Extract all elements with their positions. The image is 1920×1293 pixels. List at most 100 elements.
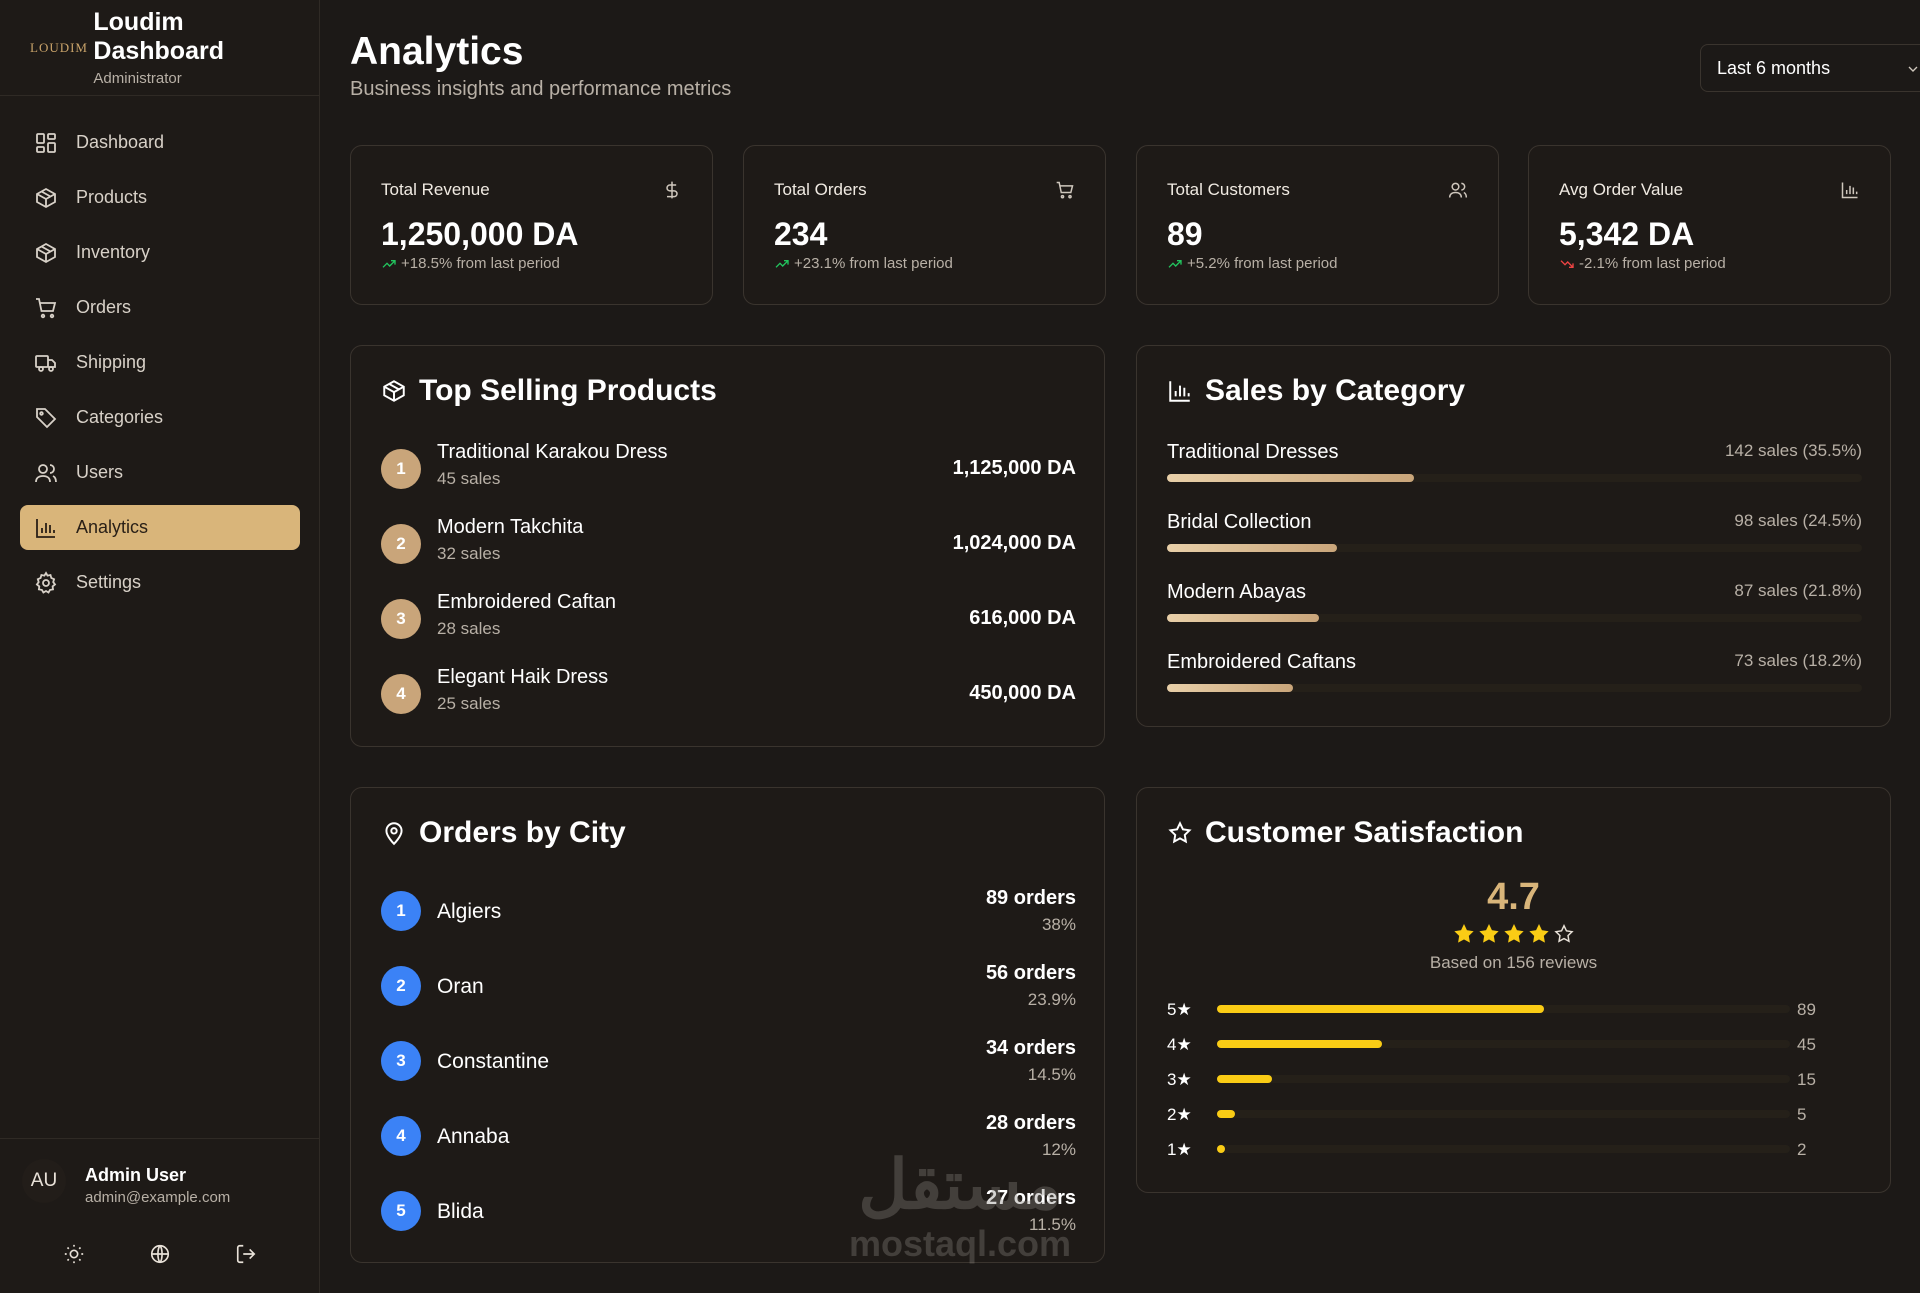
sidebar-item-settings[interactable]: Settings bbox=[20, 560, 300, 605]
list-item[interactable]: 3 Embroidered Caftan 28 sales 616,000 DA bbox=[381, 591, 1076, 651]
logout-button[interactable] bbox=[230, 1238, 262, 1270]
product-name: Embroidered Caftan bbox=[437, 591, 616, 613]
chevron-down-icon bbox=[1908, 66, 1918, 72]
sidebar-item-label: Shipping bbox=[76, 352, 147, 372]
city-orders: 89 orders bbox=[985, 887, 1076, 909]
category-progress-track bbox=[1167, 684, 1862, 692]
stat-value: 1,250,000 DA bbox=[381, 216, 579, 252]
sidebar-item-inventory[interactable]: Inventory bbox=[20, 230, 300, 275]
category-row: Embroidered Caftans 73 sales (18.2%) bbox=[1167, 651, 1862, 701]
rating-fill bbox=[1217, 1110, 1236, 1118]
stat-change-text: +5.2% from last period bbox=[1187, 255, 1338, 272]
list-item[interactable]: 2 Oran 56 orders 23.9% bbox=[381, 958, 1076, 1018]
trending-up-icon bbox=[775, 259, 789, 268]
city-percent: 23.9% bbox=[1027, 990, 1076, 1009]
box-icon bbox=[36, 242, 56, 263]
rank-badge: 2 bbox=[381, 966, 421, 1006]
list-item[interactable]: 4 Elegant Haik Dress 25 sales 450,000 DA bbox=[381, 666, 1076, 726]
cart-icon bbox=[36, 297, 57, 318]
product-sales: 45 sales bbox=[437, 469, 501, 488]
sidebar-item-label: Products bbox=[76, 187, 148, 207]
star-filled-icon bbox=[1503, 924, 1524, 943]
product-sales: 25 sales bbox=[437, 694, 501, 713]
list-item[interactable]: 1 Algiers 89 orders 38% bbox=[381, 883, 1076, 943]
period-select[interactable]: Last 6 months bbox=[1700, 44, 1920, 92]
sidebar-item-products[interactable]: Products bbox=[20, 175, 300, 220]
rating-label: 1★ bbox=[1167, 1140, 1192, 1159]
city-name: Annaba bbox=[437, 1125, 510, 1148]
brand-title: Loudim Dashboard bbox=[93, 8, 224, 65]
stat-change-text: -2.1% from last period bbox=[1579, 255, 1726, 272]
product-name: Traditional Karakou Dress bbox=[437, 441, 668, 463]
product-name: Modern Takchita bbox=[437, 516, 584, 538]
sidebar-item-shipping[interactable]: Shipping bbox=[20, 340, 300, 385]
product-sales: 28 sales bbox=[437, 619, 501, 638]
sidebar-item-label: Orders bbox=[76, 297, 132, 317]
card-title-text: Sales by Category bbox=[1205, 374, 1466, 407]
list-item[interactable]: 3 Constantine 34 orders 14.5% bbox=[381, 1033, 1076, 1093]
card-title: Sales by Category bbox=[1167, 374, 1465, 408]
brand-logo: LOUDIM bbox=[30, 39, 88, 55]
rating-row: 5★ 89 bbox=[1167, 997, 1827, 1021]
rating-label: 4★ bbox=[1167, 1035, 1192, 1054]
trending-up-icon bbox=[382, 259, 396, 268]
users-icon bbox=[1448, 182, 1468, 198]
rating-count: 15 bbox=[1797, 1070, 1816, 1089]
page-subtitle: Business insights and performance metric… bbox=[350, 78, 732, 100]
category-name: Modern Abayas bbox=[1167, 581, 1306, 603]
city-orders: 28 orders bbox=[985, 1112, 1076, 1134]
sidebar: LOUDIM Loudim Dashboard Administrator Da… bbox=[0, 0, 320, 1293]
rank-badge: 1 bbox=[381, 891, 421, 931]
list-item[interactable]: 1 Traditional Karakou Dress 45 sales 1,1… bbox=[381, 441, 1076, 501]
sidebar-item-orders[interactable]: Orders bbox=[20, 285, 300, 330]
theme-toggle-button[interactable] bbox=[58, 1238, 90, 1270]
globe-icon bbox=[150, 1244, 170, 1264]
list-item[interactable]: 4 Annaba 28 orders 12% bbox=[381, 1108, 1076, 1168]
stat-value: 89 bbox=[1167, 216, 1203, 252]
rating-track bbox=[1217, 1145, 1790, 1153]
user-name: Admin User bbox=[85, 1165, 187, 1185]
stat-value: 5,342 DA bbox=[1559, 216, 1695, 252]
list-item[interactable]: 2 Modern Takchita 32 sales 1,024,000 DA bbox=[381, 516, 1076, 576]
card-title: Top Selling Products bbox=[381, 374, 717, 408]
stat-value: 234 bbox=[774, 216, 828, 252]
sidebar-nav: Dashboard Products Inventory Orders Ship… bbox=[20, 120, 300, 615]
stat-card-customers: Total Customers 89 +5.2% from last perio… bbox=[1136, 145, 1499, 305]
star-filled-icon bbox=[1478, 924, 1499, 943]
card-title-text: Orders by City bbox=[419, 816, 626, 849]
card-title: Customer Satisfaction bbox=[1167, 816, 1523, 850]
list-item[interactable]: 5 Blida 27 orders 11.5% bbox=[381, 1183, 1076, 1243]
sidebar-item-analytics[interactable]: Analytics bbox=[20, 505, 300, 550]
logout-icon bbox=[236, 1244, 256, 1264]
sidebar-item-dashboard[interactable]: Dashboard bbox=[20, 120, 300, 165]
category-progress-track bbox=[1167, 614, 1862, 622]
rating-row: 3★ 15 bbox=[1167, 1067, 1827, 1091]
bar-chart-icon bbox=[1169, 381, 1190, 402]
category-progress-fill bbox=[1167, 474, 1414, 482]
category-meta: 87 sales (21.8%) bbox=[1734, 581, 1862, 600]
sidebar-item-label: Categories bbox=[76, 407, 164, 427]
sidebar-item-categories[interactable]: Categories bbox=[20, 395, 300, 440]
rating-track bbox=[1217, 1075, 1790, 1083]
grid-icon bbox=[36, 132, 56, 153]
card-title-text: Top Selling Products bbox=[419, 374, 717, 407]
rank-badge: 4 bbox=[381, 674, 421, 714]
bar-chart-icon bbox=[36, 518, 55, 538]
brand-header: LOUDIM Loudim Dashboard Administrator bbox=[0, 0, 319, 96]
user-panel: AU Admin User admin@example.com bbox=[0, 1138, 320, 1293]
rating-track bbox=[1217, 1110, 1790, 1118]
top-products-card: Top Selling Products 1 Traditional Karak… bbox=[350, 345, 1105, 747]
box-icon bbox=[36, 187, 56, 208]
rank-badge: 3 bbox=[381, 599, 421, 639]
sidebar-item-label: Settings bbox=[76, 572, 142, 592]
sidebar-item-users[interactable]: Users bbox=[20, 450, 300, 495]
bar-chart-icon bbox=[1841, 182, 1858, 199]
category-progress-fill bbox=[1167, 614, 1319, 622]
rating-row: 4★ 45 bbox=[1167, 1032, 1827, 1056]
sun-icon bbox=[64, 1244, 84, 1264]
stat-card-orders: Total Orders 234 +23.1% from last period bbox=[743, 145, 1106, 305]
customer-satisfaction-card: Customer Satisfaction 4.7 Based on 156 r… bbox=[1136, 787, 1891, 1193]
stat-change-text: +18.5% from last period bbox=[401, 255, 560, 272]
category-meta: 98 sales (24.5%) bbox=[1734, 511, 1862, 530]
language-button[interactable] bbox=[144, 1238, 176, 1270]
